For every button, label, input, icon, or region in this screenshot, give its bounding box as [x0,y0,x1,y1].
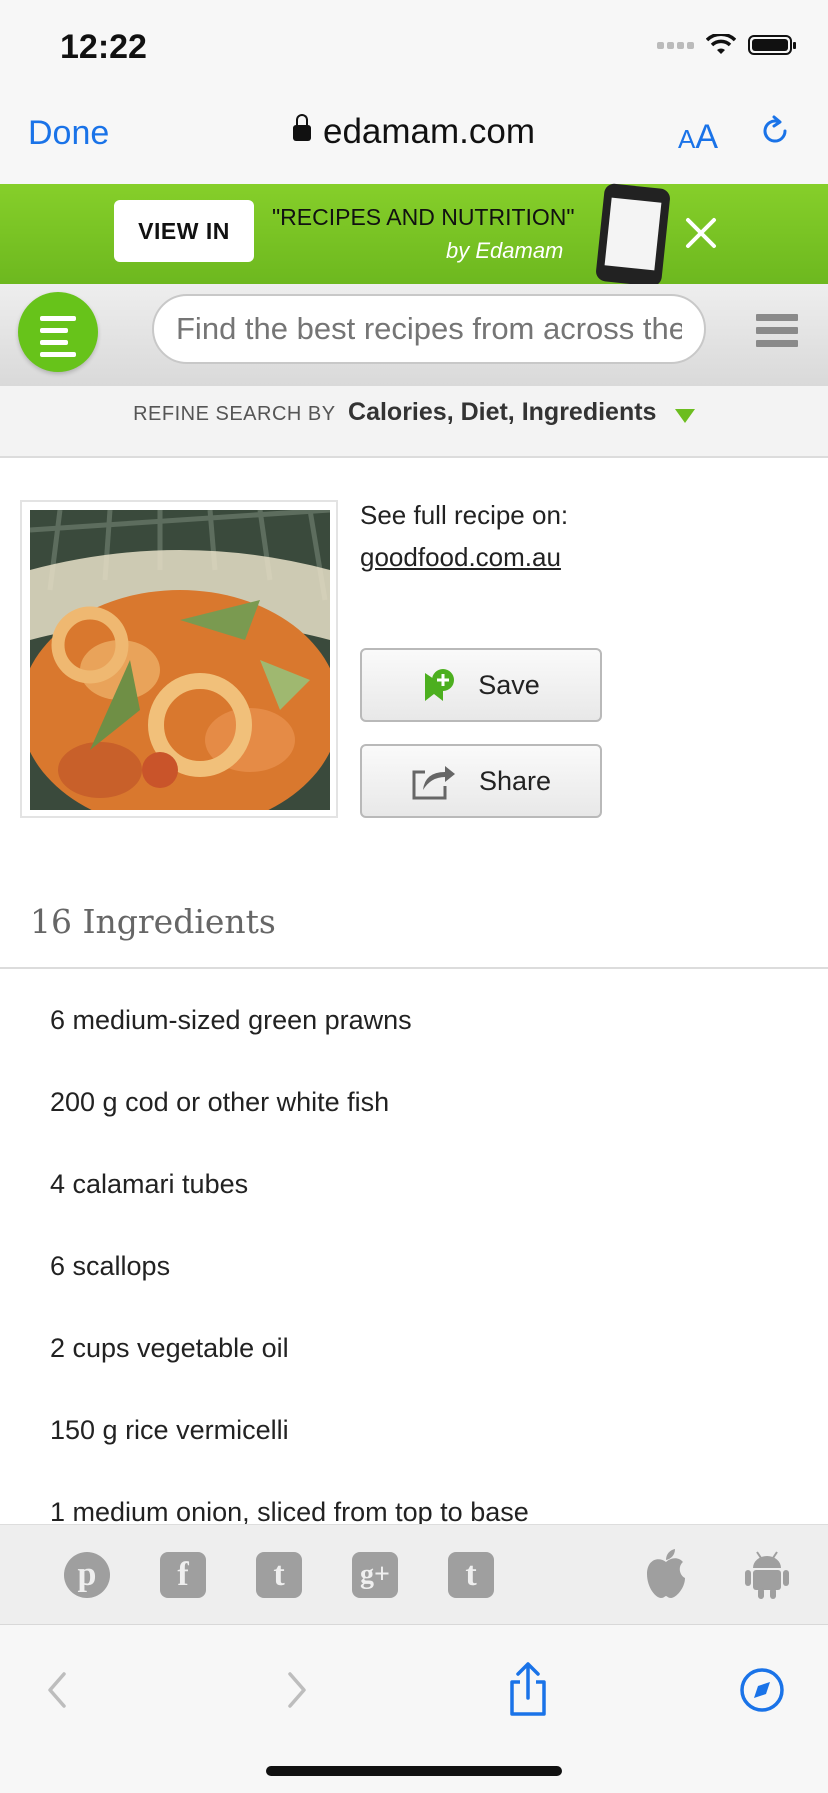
ingredient-item: 4 calamari tubes [50,1169,249,1199]
compass-icon[interactable] [732,1660,792,1720]
status-time: 12:22 [60,28,147,66]
share-icon [412,766,455,800]
phone-screen-image [604,197,662,271]
banner-subtitle: by Edamam [446,238,564,263]
reload-icon[interactable] [758,114,792,148]
home-indicator [266,1766,562,1776]
search-input[interactable] [152,294,706,364]
menu-icon[interactable] [756,314,798,350]
banner-title: "RECIPES AND NUTRITION" [272,204,575,230]
ingredient-list: 6 medium-sized green prawns 200 g cod or… [50,1002,810,1576]
share-button[interactable]: Share [360,744,602,818]
text-size-big-label: A [695,118,719,156]
save-button[interactable]: Save [360,648,602,722]
recipe-source-link[interactable]: goodfood.com.au [360,542,561,573]
see-full-recipe-label: See full recipe on: [360,500,569,530]
dropdown-arrow-icon [674,408,695,423]
share-sheet-icon[interactable] [498,1660,558,1720]
cellular-signal-icon [657,41,694,49]
refine-options: Calories, Diet, Ingredients [348,398,657,426]
twitter-icon[interactable]: t [256,1552,302,1598]
status-icons [657,34,796,56]
battery-icon [748,35,796,55]
recipe-image[interactable] [30,510,330,810]
facebook-icon[interactable]: f [160,1552,206,1598]
wifi-icon [706,34,736,54]
ingredients-heading: 16 Ingredients [30,902,276,941]
lock-icon [292,114,311,141]
close-icon[interactable] [680,212,722,254]
refine-label: REFINE SEARCH BY [133,403,336,425]
share-label: Share [478,765,552,796]
save-label: Save [478,669,540,700]
ingredient-item: 6 medium-sized green prawns [50,1005,412,1035]
ingredient-item: 6 scallops [50,1251,171,1281]
ingredient-item: 150 g rice vermicelli [50,1415,289,1445]
android-icon[interactable] [744,1548,790,1600]
tumblr-icon[interactable]: t [448,1552,494,1598]
pinterest-icon[interactable]: p [64,1552,110,1598]
refine-search-bar[interactable]: REFINE SEARCH BY Calories, Diet, Ingredi… [0,386,828,458]
ingredient-item: 2 cups vegetable oil [50,1333,289,1363]
domain-label: edamam.com [322,112,536,151]
save-bookmark-icon [425,669,455,701]
back-icon[interactable] [28,1660,88,1720]
social-footer [0,1524,828,1625]
forward-icon[interactable] [266,1660,326,1720]
google-plus-icon[interactable]: g+ [352,1552,398,1598]
text-size-small-label: A [678,124,696,154]
apple-icon[interactable] [644,1548,688,1600]
divider [0,967,828,969]
view-in-app-button[interactable]: VIEW IN [114,200,254,262]
text-size-button[interactable]: AA [678,118,718,157]
edamam-logo[interactable] [18,292,98,372]
ingredient-item: 200 g cod or other white fish [50,1087,390,1117]
